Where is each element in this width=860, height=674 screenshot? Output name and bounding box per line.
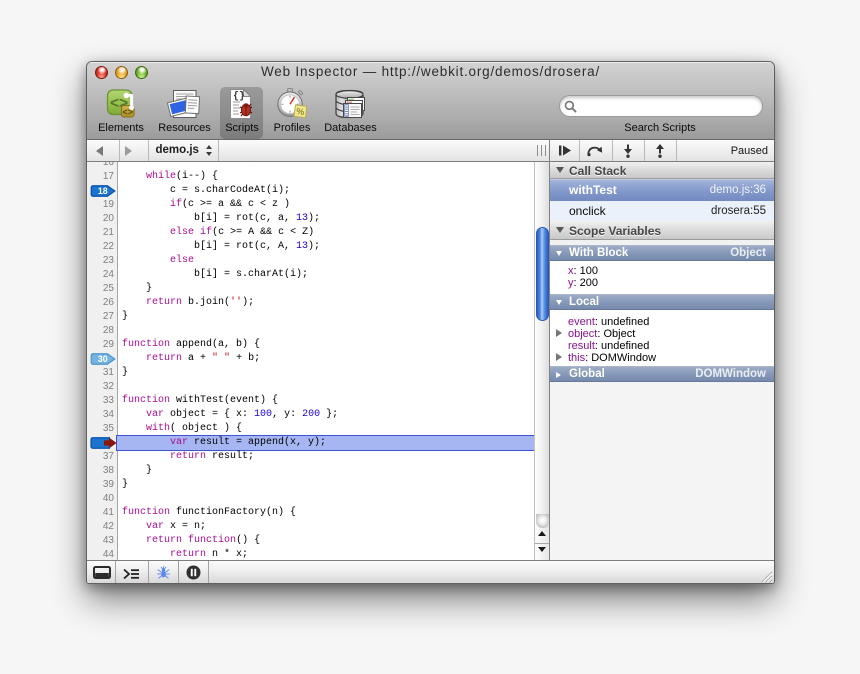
svg-text:30: 30 [98,354,108,364]
svg-text:%: % [296,106,305,117]
svg-text:{}: {} [233,91,245,103]
svg-text:18: 18 [98,186,108,196]
